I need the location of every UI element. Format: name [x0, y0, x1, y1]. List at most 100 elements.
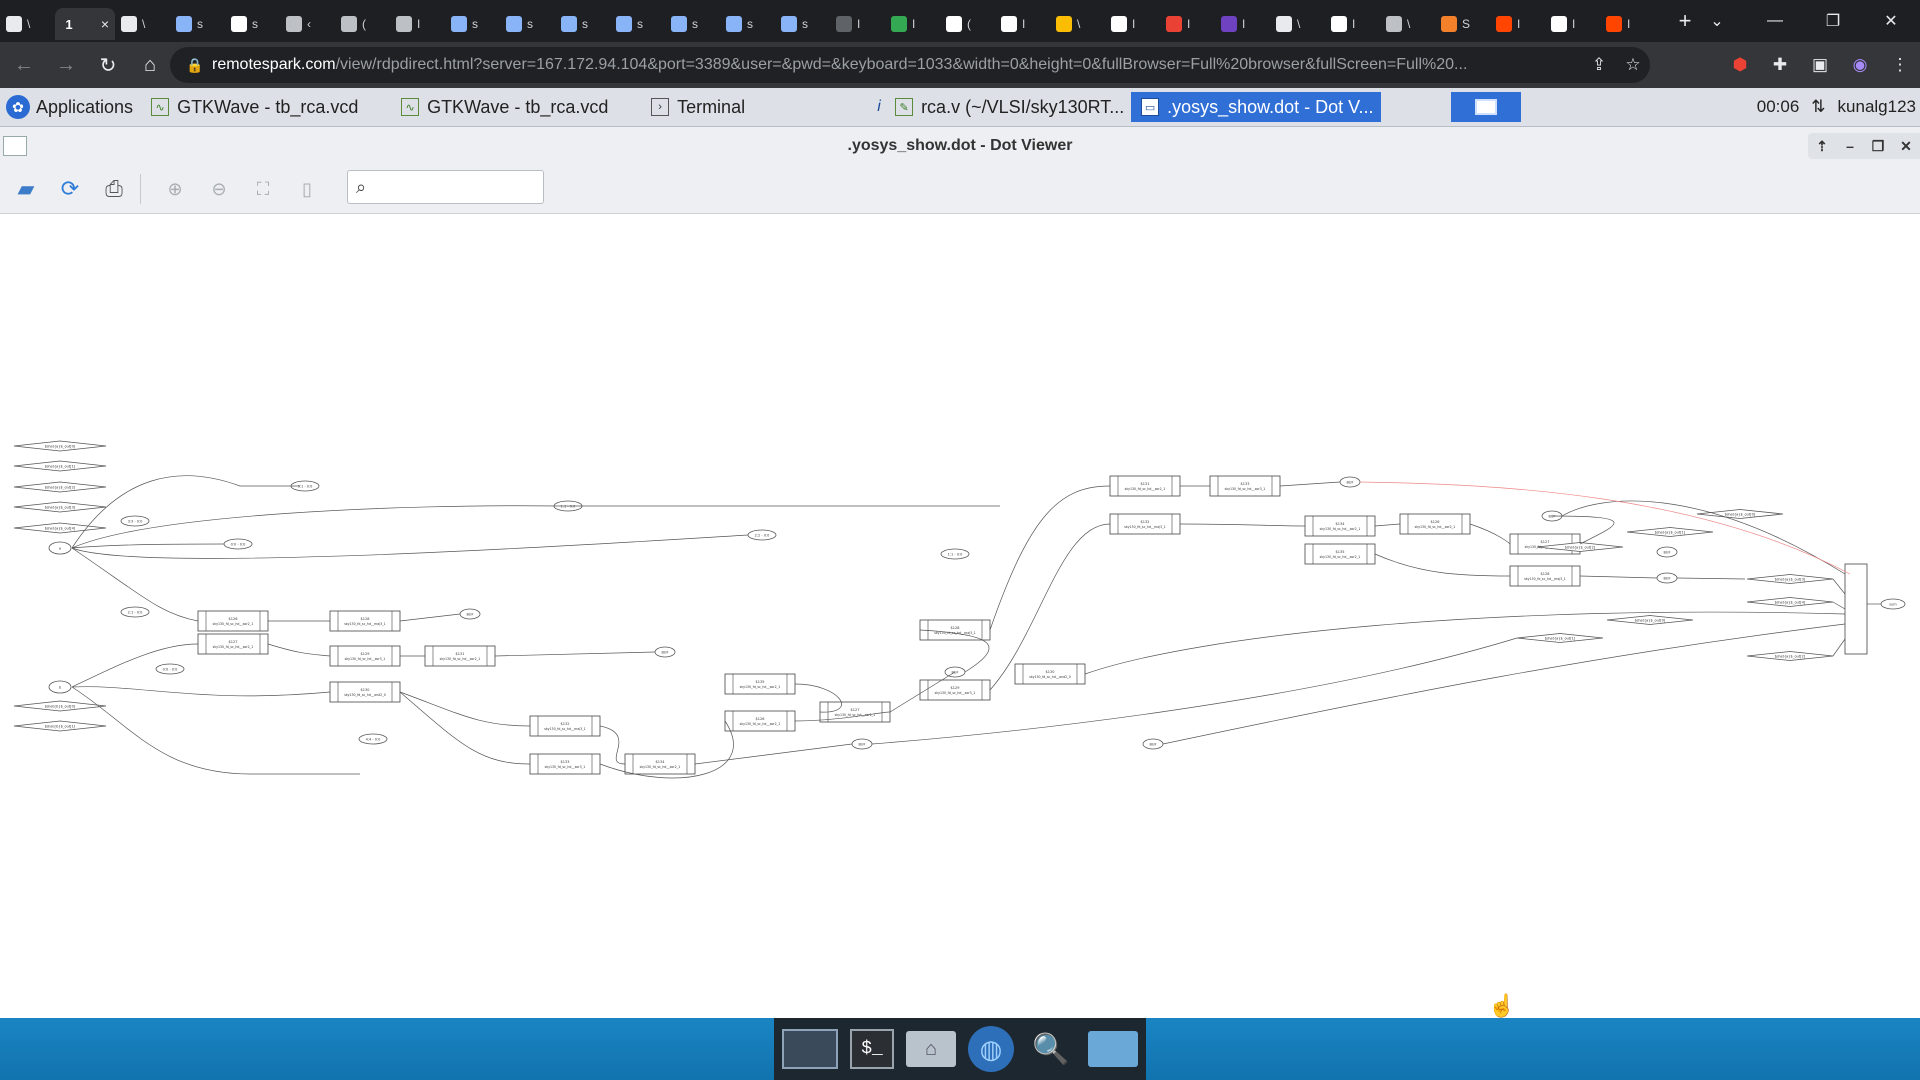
taskbar-item-editor[interactable]: i ✎ rca.v (~/VLSI/sky130RT...	[861, 92, 1131, 122]
extension-shield-icon[interactable]: ⬢	[1720, 55, 1760, 75]
forward-icon[interactable]: →	[48, 47, 84, 83]
browser-tab[interactable]: I	[1490, 8, 1545, 40]
logic-cell-id: $129	[361, 652, 370, 656]
browser-tab[interactable]: I	[1215, 8, 1270, 40]
browser-tab[interactable]: s	[500, 8, 555, 40]
browser-tab[interactable]: I	[1160, 8, 1215, 40]
applications-menu[interactable]: ✿ Applications	[0, 88, 141, 126]
taskbar-item-gtkwave-1[interactable]: ∿ GTKWave - tb_rca.vcd	[141, 92, 391, 122]
browser-tab[interactable]: \	[0, 8, 55, 40]
home-folder-icon[interactable]: ⌂	[906, 1031, 956, 1067]
tab-close-icon[interactable]: ×	[101, 16, 109, 32]
show-desktop-button[interactable]	[1451, 92, 1521, 122]
wave-icon	[891, 16, 907, 32]
url-text[interactable]: remotespark.com/view/rdpdirect.html?serv…	[212, 56, 1582, 74]
search-icon[interactable]: 🔍	[1026, 1024, 1076, 1074]
web-browser-icon[interactable]: ◍	[968, 1026, 1014, 1072]
shade-icon[interactable]: ⇡	[1808, 138, 1836, 155]
browser-tab[interactable]: s	[610, 8, 665, 40]
close-icon[interactable]: ✕	[1892, 138, 1920, 155]
profile-avatar-icon[interactable]: ◉	[1840, 55, 1880, 75]
zoom-100-icon[interactable]: ▯	[289, 171, 325, 207]
browser-tab[interactable]: \	[1270, 8, 1325, 40]
net-wire	[989, 485, 1111, 631]
net-wire	[71, 543, 225, 549]
browser-tab[interactable]: I	[885, 8, 940, 40]
more-menu-icon[interactable]: ⋮	[1880, 55, 1920, 75]
browser-tab[interactable]: s	[665, 8, 720, 40]
refresh-icon[interactable]: ⟳	[52, 171, 88, 207]
browser-tab[interactable]: s	[170, 8, 225, 40]
logic-cell-type: sky130_fd_sc_hd__maj3_1	[544, 727, 586, 731]
browser-tab[interactable]: I	[1325, 8, 1380, 40]
browser-tab[interactable]: \	[1380, 8, 1435, 40]
graph-search-field[interactable]: ⌕	[347, 170, 552, 204]
yosys-netlist-graph[interactable]: $\hat{a}$_out[0] $\hat{a}$_out[1] $\hat{a}…	[0, 214, 1920, 1018]
browser-tab[interactable]: s	[225, 8, 280, 40]
minimize-icon[interactable]: —	[1746, 12, 1804, 30]
browser-tab[interactable]: \	[1050, 8, 1105, 40]
lock-icon[interactable]: 🔒	[186, 57, 203, 74]
taskbar-item-gtkwave-2[interactable]: ∿ GTKWave - tb_rca.vcd	[391, 92, 641, 122]
window-menu-icon[interactable]	[3, 136, 27, 156]
browser-tab[interactable]: (	[335, 8, 390, 40]
print-icon[interactable]: ⎙	[96, 171, 132, 207]
reload-icon[interactable]: ↻	[90, 47, 126, 83]
side-panel-icon[interactable]: ▣	[1800, 55, 1840, 75]
browser-tab[interactable]: S	[1435, 8, 1490, 40]
zoom-fit-icon[interactable]: ⛶	[245, 171, 281, 207]
document-icon	[121, 16, 137, 32]
bookmark-star-icon[interactable]: ☆	[1616, 55, 1650, 75]
open-folder-icon[interactable]: ▰	[8, 171, 44, 207]
net-wire	[71, 686, 360, 775]
browser-tab[interactable]: s	[720, 8, 775, 40]
minimize-icon[interactable]: –	[1836, 138, 1864, 154]
address-bar[interactable]: 🔒 remotespark.com/view/rdpdirect.html?se…	[170, 47, 1650, 83]
browser-tab[interactable]: s	[555, 8, 610, 40]
search-input[interactable]	[366, 172, 552, 202]
network-icon[interactable]: ⇅	[1811, 97, 1825, 117]
taskbar-item-terminal[interactable]: › Terminal	[641, 92, 861, 122]
zoom-out-icon[interactable]: ⊖	[201, 171, 237, 207]
clock[interactable]: 00:06	[1757, 97, 1800, 117]
screen-icon[interactable]	[782, 1029, 838, 1069]
graph-canvas[interactable]: $\hat{a}$_out[0] $\hat{a}$_out[1] $\hat{a}…	[0, 214, 1920, 1018]
share-icon[interactable]: ⇪	[1582, 55, 1616, 75]
dock: $_ ⌂ ◍ 🔍	[774, 1018, 1146, 1080]
tab-search-icon[interactable]: ⌄	[1688, 11, 1746, 31]
browser-tab[interactable]: (	[940, 8, 995, 40]
maximize-icon[interactable]: ❐	[1864, 138, 1892, 155]
browser-tab[interactable]: I	[1545, 8, 1600, 40]
logic-cell-id: $127	[1541, 540, 1550, 544]
close-icon[interactable]: ✕	[1862, 11, 1920, 31]
home-icon[interactable]: ⌂	[132, 47, 168, 83]
restore-icon[interactable]: ❐	[1804, 11, 1862, 31]
extensions-puzzle-icon[interactable]: ✚	[1760, 55, 1800, 75]
browser-tab[interactable]: I	[390, 8, 445, 40]
browser-tab[interactable]: ‹	[280, 8, 335, 40]
browser-tab[interactable]: I	[1105, 8, 1160, 40]
browser-tab[interactable]: I	[1600, 8, 1655, 40]
taskbar-item-dot-viewer[interactable]: ▭ .yosys_show.dot - Dot V...	[1131, 92, 1382, 122]
browser-tab[interactable]: I	[830, 8, 885, 40]
browser-tab[interactable]: s	[445, 8, 500, 40]
browser-tab[interactable]: I	[995, 8, 1050, 40]
browser-tab[interactable]: s	[775, 8, 830, 40]
back-icon[interactable]: ←	[6, 47, 42, 83]
toolbar-separator	[140, 174, 141, 204]
tab-title: s	[252, 17, 258, 31]
user-name[interactable]: kunalg123	[1838, 97, 1916, 117]
terminal-icon: ›	[651, 98, 670, 116]
output-port-label: $\hat{a}$_out[2]	[1565, 546, 1596, 550]
browser-tab[interactable]: 1 ×	[55, 8, 115, 40]
tab-title: ‹	[307, 17, 311, 31]
tab-title: I	[1352, 17, 1356, 31]
web-icon	[1386, 16, 1402, 32]
terminal-icon[interactable]: $_	[850, 1029, 894, 1069]
splitter-node-label: 2:1 - 0:0	[128, 611, 143, 615]
folder-icon[interactable]	[1088, 1031, 1138, 1067]
zoom-in-icon[interactable]: ⊕	[157, 171, 193, 207]
logic-cell	[1509, 565, 1581, 587]
browser-tab[interactable]: \	[115, 8, 170, 40]
net-wire	[267, 643, 331, 657]
